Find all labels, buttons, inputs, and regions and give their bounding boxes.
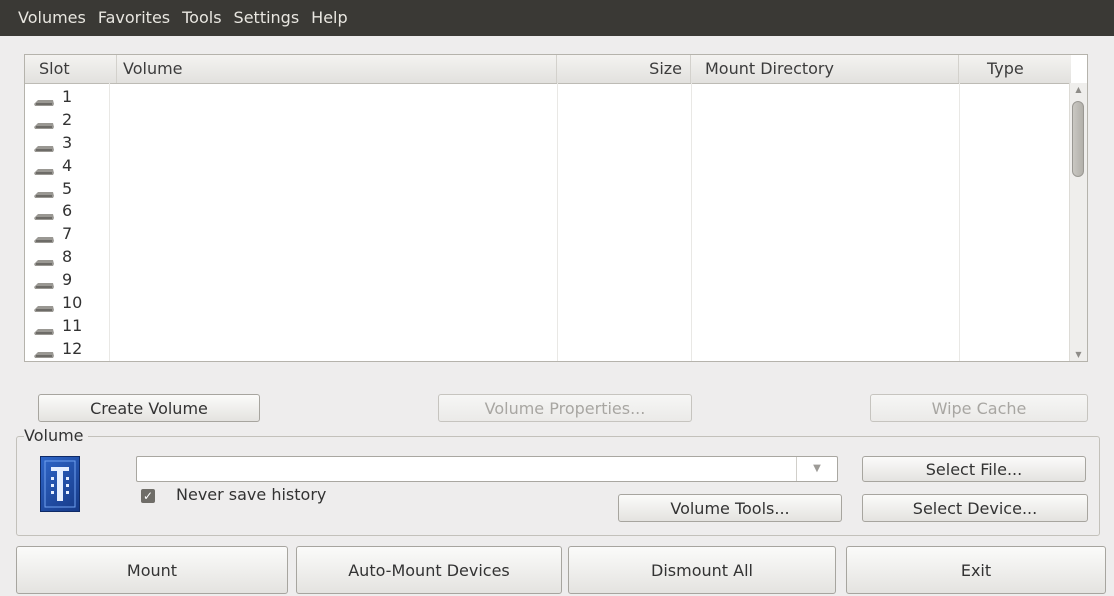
drive-icon	[33, 206, 55, 221]
menu-settings[interactable]: Settings	[228, 0, 306, 36]
slot-number: 1	[62, 86, 73, 106]
dismount-all-button[interactable]: Dismount All	[568, 546, 836, 594]
slot-row[interactable]: 5	[25, 177, 1071, 200]
column-header-mount-directory[interactable]: Mount Directory	[691, 55, 959, 83]
never-save-history-label: Never save history	[176, 485, 327, 504]
never-save-history-checkbox[interactable]: ✓	[141, 489, 155, 503]
column-header-volume[interactable]: Volume	[117, 55, 557, 83]
slot-row[interactable]: 2	[25, 108, 1071, 131]
scroll-down-icon[interactable]: ▼	[1070, 350, 1087, 359]
volume-path-combo[interactable]: ▼	[136, 456, 838, 482]
slot-number: 10	[62, 292, 83, 312]
slot-number: 12	[62, 338, 83, 358]
vertical-scrollbar[interactable]: ▲ ▼	[1069, 83, 1087, 361]
menubar: Volumes Favorites Tools Settings Help	[0, 0, 1114, 36]
slot-row[interactable]: 6	[25, 199, 1071, 222]
mount-button[interactable]: Mount	[16, 546, 288, 594]
column-header-slot[interactable]: Slot	[25, 55, 117, 83]
slot-number: 4	[62, 155, 73, 175]
menu-help[interactable]: Help	[305, 0, 353, 36]
volume-properties-button[interactable]: Volume Properties...	[438, 394, 692, 422]
slot-number: 6	[62, 201, 73, 221]
drive-icon	[33, 92, 55, 106]
slot-number: 3	[62, 132, 73, 152]
auto-mount-devices-button[interactable]: Auto-Mount Devices	[296, 546, 562, 594]
drive-icon	[33, 115, 55, 129]
drive-icon	[33, 184, 55, 198]
create-volume-button[interactable]: Create Volume	[38, 394, 260, 422]
drive-icon	[33, 298, 55, 312]
slot-row[interactable]: 7	[25, 222, 1071, 245]
slot-row[interactable]: 1	[25, 85, 1071, 108]
drive-icon	[33, 229, 55, 244]
column-header-type[interactable]: Type	[959, 55, 1071, 83]
slot-number: 9	[62, 270, 73, 290]
column-header-size[interactable]: Size	[557, 55, 691, 83]
drive-icon	[33, 161, 55, 175]
exit-button[interactable]: Exit	[846, 546, 1106, 594]
scrollbar-thumb[interactable]	[1072, 101, 1084, 177]
slot-row[interactable]: 12	[25, 337, 1071, 360]
drive-icon	[33, 138, 55, 152]
chevron-down-icon[interactable]: ▼	[796, 457, 837, 481]
volume-tools-button[interactable]: Volume Tools...	[618, 494, 842, 522]
drive-icon	[33, 344, 55, 358]
select-file-button[interactable]: Select File...	[862, 456, 1086, 482]
drive-icon	[33, 275, 55, 290]
wipe-cache-button[interactable]: Wipe Cache	[870, 394, 1088, 422]
list-header: Slot Volume Size Mount Directory Type	[25, 55, 1071, 84]
slot-number: 11	[62, 315, 83, 335]
slot-row[interactable]: 4	[25, 154, 1071, 177]
slot-row[interactable]: 9	[25, 268, 1071, 291]
scroll-up-icon[interactable]: ▲	[1070, 85, 1087, 94]
drive-icon	[33, 252, 55, 267]
slot-row[interactable]: 3	[25, 131, 1071, 154]
slot-number: 7	[62, 224, 73, 244]
slot-row[interactable]: 8	[25, 245, 1071, 268]
volume-group-title: Volume	[24, 426, 88, 445]
slot-number: 5	[62, 178, 73, 198]
volume-rows: 1 2 3 4 5 6 7 8 9 10 11 12	[25, 85, 1071, 360]
slot-number: 8	[62, 247, 73, 267]
menu-favorites[interactable]: Favorites	[92, 0, 176, 36]
slot-row[interactable]: 11	[25, 314, 1071, 337]
menu-volumes[interactable]: Volumes	[12, 0, 92, 36]
truecrypt-logo-icon	[40, 456, 80, 512]
volume-list[interactable]: Slot Volume Size Mount Directory Type 12…	[24, 54, 1088, 362]
slot-row[interactable]: 10	[25, 291, 1071, 314]
menu-tools[interactable]: Tools	[176, 0, 227, 36]
slot-number: 2	[62, 109, 73, 129]
select-device-button[interactable]: Select Device...	[862, 494, 1088, 522]
drive-icon	[33, 321, 55, 335]
